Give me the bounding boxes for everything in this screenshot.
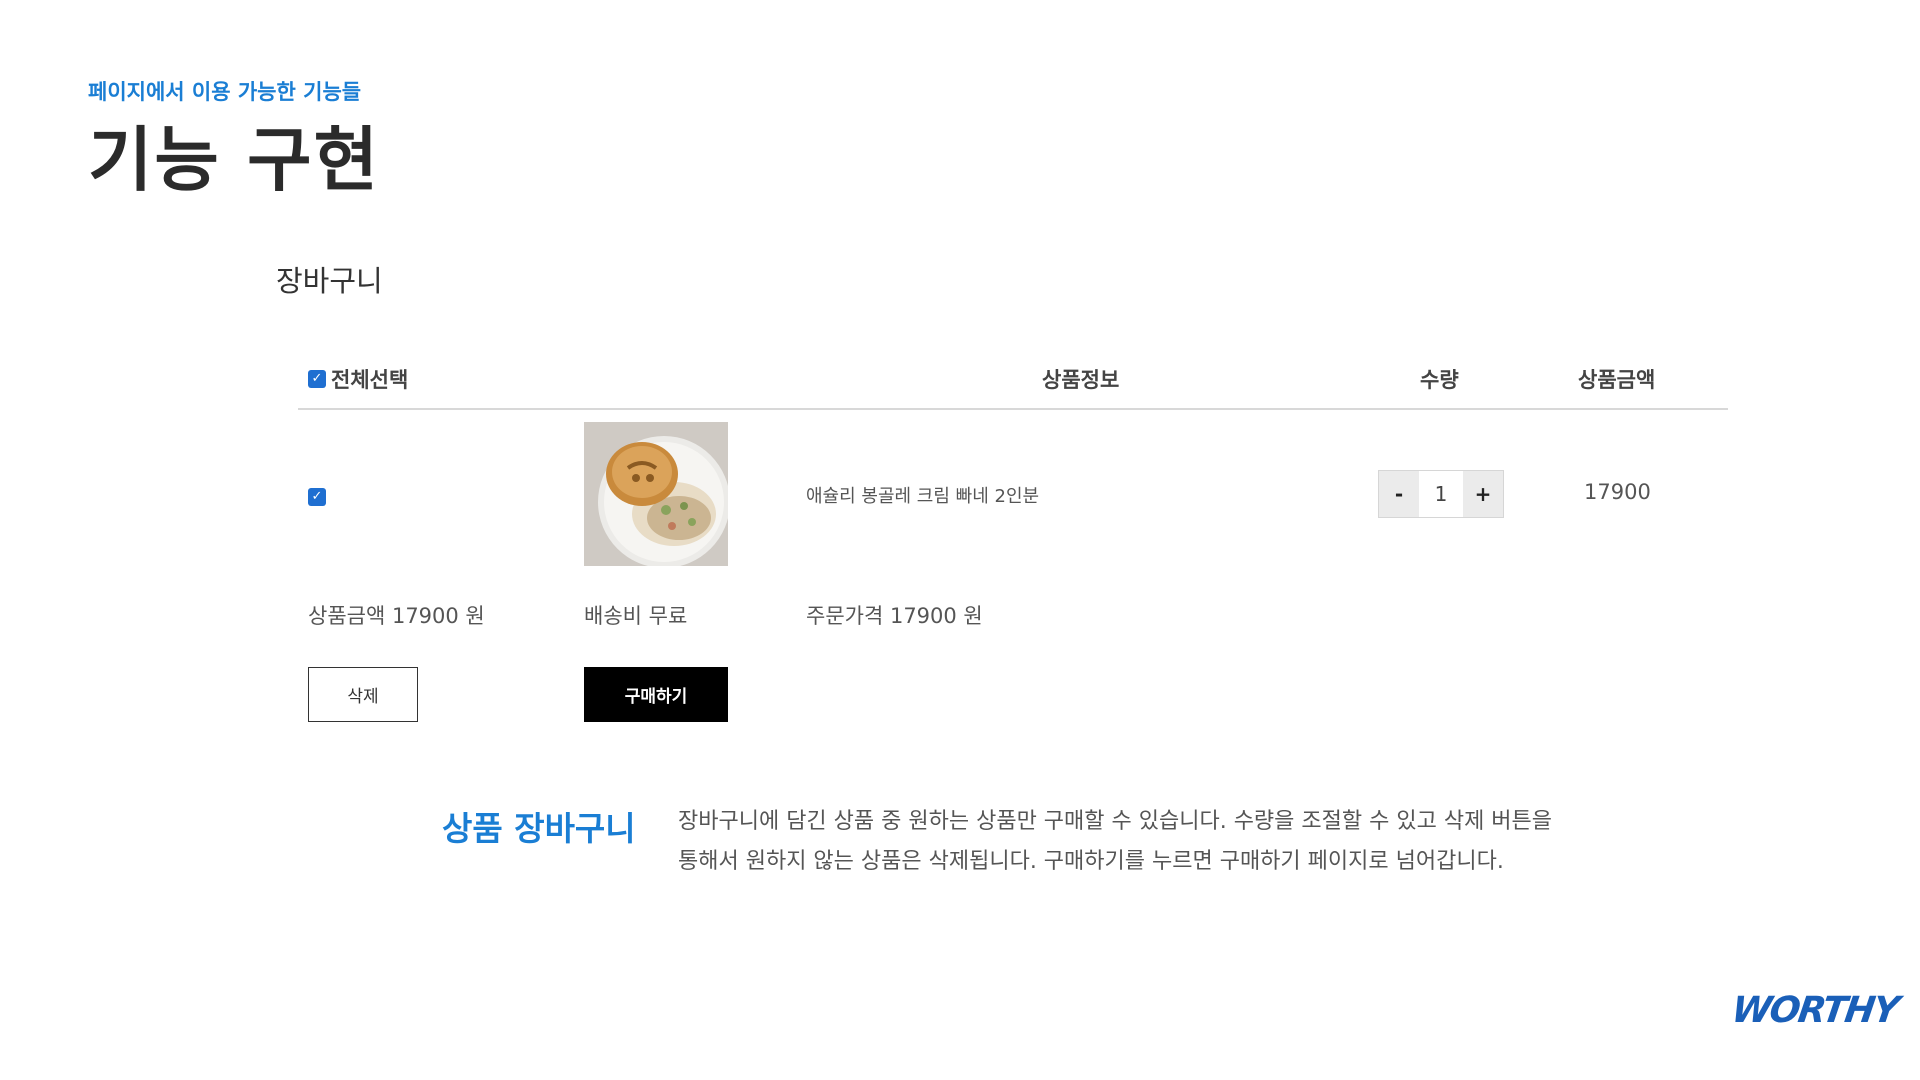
select-all-label: 전체선택 — [331, 368, 409, 392]
summary-order-total: 주문가격 17900 원 — [806, 604, 983, 628]
buy-button[interactable]: 구매하기 — [584, 667, 728, 722]
feature-description-line-2: 통해서 원하지 않는 상품은 삭제됩니다. 구매하기를 누르면 구매하기 페이지… — [678, 849, 1504, 874]
summary-product-total: 상품금액 17900 원 — [308, 604, 485, 628]
slide-subtitle: 페이지에서 이용 가능한 기능들 — [88, 80, 362, 104]
item-price: 17900 — [1584, 480, 1651, 504]
select-all[interactable]: ✓ 전체선택 — [308, 364, 408, 394]
header-price: 상품금액 — [1578, 368, 1656, 392]
select-all-checkbox[interactable]: ✓ — [308, 370, 326, 388]
worthy-logo: WORTHY — [1729, 990, 1901, 1031]
product-image — [584, 422, 728, 566]
quantity-increase-button[interactable]: + — [1463, 471, 1503, 517]
feature-title: 상품 장바구니 — [442, 809, 636, 848]
cart-title: 장바구니 — [276, 264, 383, 298]
product-name[interactable]: 애슐리 봉골레 크림 빠네 2인분 — [806, 482, 1039, 508]
slide-title: 기능 구현 — [88, 119, 380, 201]
header-product-info: 상품정보 — [1042, 368, 1120, 392]
summary-shipping: 배송비 무료 — [584, 604, 688, 628]
cart-table-header: ✓ 전체선택 상품정보 수량 상품금액 — [298, 360, 1728, 410]
quantity-stepper: - 1 + — [1378, 470, 1504, 518]
delete-button[interactable]: 삭제 — [308, 667, 418, 722]
feature-description: 장바구니에 담긴 상품 중 원하는 상품만 구매할 수 있습니다. 수량을 조절… — [678, 802, 1618, 882]
item-checkbox[interactable]: ✓ — [308, 488, 326, 506]
product-image-drawing — [584, 422, 728, 566]
quantity-decrease-button[interactable]: - — [1379, 471, 1419, 517]
header-quantity: 수량 — [1420, 368, 1459, 392]
feature-description-line-1: 장바구니에 담긴 상품 중 원하는 상품만 구매할 수 있습니다. 수량을 조절… — [678, 809, 1553, 834]
quantity-value[interactable]: 1 — [1419, 471, 1463, 517]
